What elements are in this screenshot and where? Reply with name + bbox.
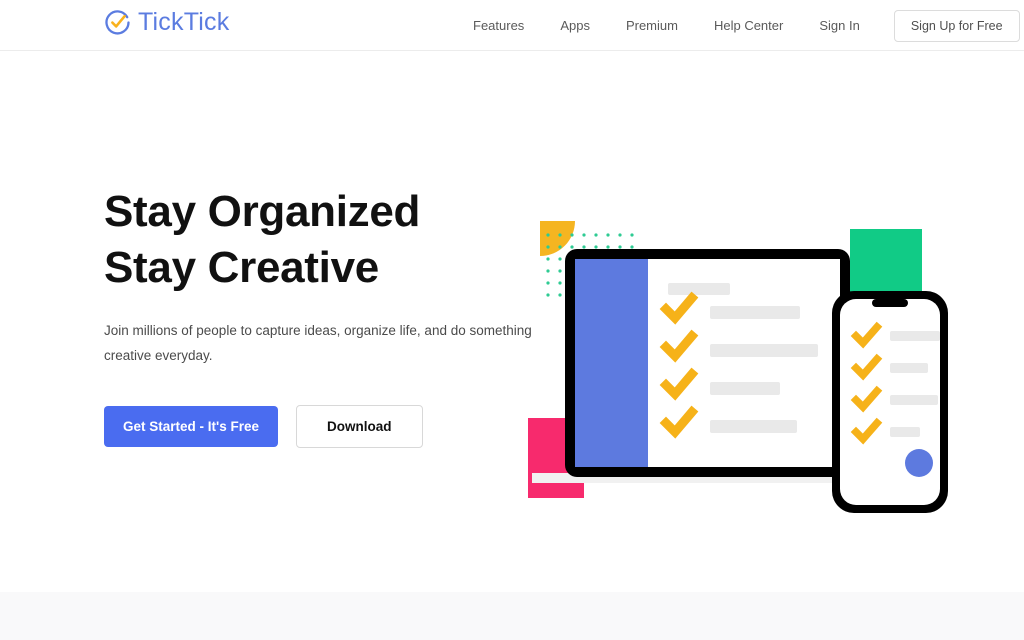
hero-section: Stay Organized Stay Creative Join millio… xyxy=(0,51,1024,592)
page-title: Stay Organized Stay Creative xyxy=(104,184,544,297)
hero-action-buttons: Get Started - It's Free Download xyxy=(104,404,544,448)
hero-subtitle: Join millions of people to capture ideas… xyxy=(104,322,532,363)
nav-link-premium[interactable]: Premium xyxy=(608,12,696,39)
nav-link-help-center[interactable]: Help Center xyxy=(696,12,801,39)
main-navigation: Features Apps Premium Help Center Sign I… xyxy=(455,0,1020,51)
laptop-device xyxy=(532,249,852,483)
hero-copy: Stay Organized Stay Creative Join millio… xyxy=(104,184,544,448)
next-section-band xyxy=(0,592,1024,640)
green-rect-shape xyxy=(850,229,922,301)
brand-name: TickTick xyxy=(138,8,230,36)
hero-title-line-1: Stay Organized xyxy=(104,187,421,236)
site-header: TickTick Features Apps Premium Help Cent… xyxy=(0,0,1024,51)
brand-logo[interactable]: TickTick xyxy=(104,9,229,36)
yellow-wedge-shape xyxy=(540,221,575,256)
phone-device xyxy=(832,291,948,513)
sign-up-for-free-button[interactable]: Sign Up for Free xyxy=(893,9,1020,42)
download-button[interactable]: Download xyxy=(296,404,423,448)
hero-title-line-2: Stay Creative xyxy=(104,243,379,293)
nav-link-sign-in[interactable]: Sign In xyxy=(801,12,877,39)
hero-illustration xyxy=(520,211,970,531)
get-started-button[interactable]: Get Started - It's Free xyxy=(104,405,278,447)
add-task-fab-icon xyxy=(905,449,933,477)
nav-link-apps[interactable]: Apps xyxy=(542,12,608,39)
nav-link-features[interactable]: Features xyxy=(455,12,542,39)
circle-check-icon xyxy=(104,9,131,36)
laptop-and-phone-checklist-graphic xyxy=(528,221,948,513)
